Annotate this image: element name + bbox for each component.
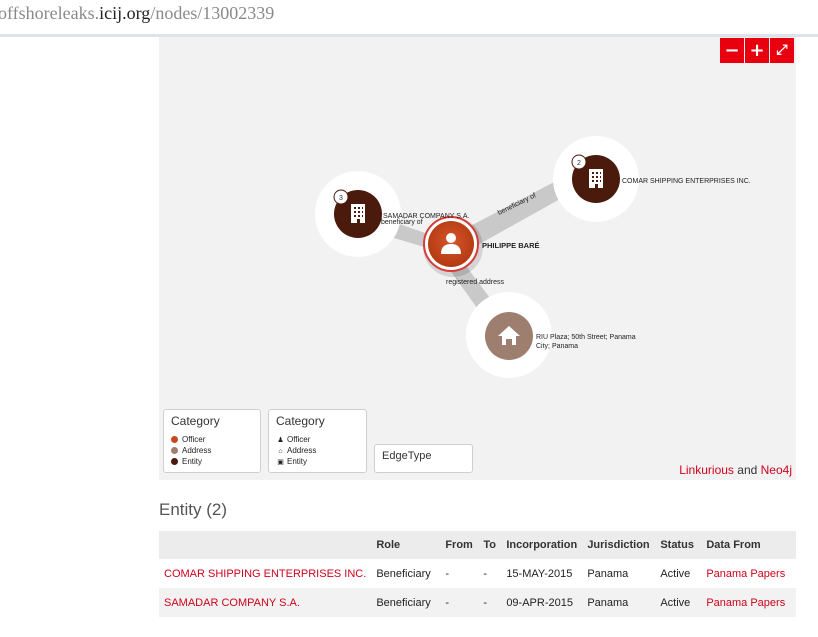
from-cell: -	[445, 567, 449, 580]
incorporation-cell: 15-MAY-2015	[506, 567, 573, 580]
zoom-out-button[interactable]: −	[720, 38, 744, 63]
entity-table: Role From To Incorporation Jurisdiction …	[159, 531, 796, 617]
node-label-address-line2: City; Panama	[536, 343, 578, 350]
legend-title: Category	[276, 414, 325, 428]
zoom-in-button[interactable]: +	[745, 38, 769, 63]
url-domain: icij.org	[99, 3, 151, 23]
legend-title: Category	[171, 414, 220, 428]
address-color-dot	[171, 447, 178, 454]
badge-comar-count: 2	[577, 160, 581, 167]
jurisdiction-cell: Panama	[587, 567, 629, 580]
column-header-data-from: Data From	[701, 531, 796, 559]
url-prefix: offshoreleaks.	[0, 3, 100, 23]
column-header-jurisdiction: Jurisdiction	[582, 531, 656, 559]
edge-label-address: registered address	[446, 279, 504, 286]
building-icon	[589, 169, 603, 188]
legend-item-officer: Officer	[171, 435, 205, 444]
column-header-name	[159, 531, 372, 559]
home-icon: ⌂	[278, 448, 283, 455]
table-row: COMAR SHIPPING ENTERPRISES INC. Benefici…	[159, 559, 796, 588]
node-label-address-line1: RIU Plaza; 50th Street; Panama	[536, 334, 636, 341]
legend-edge-type: EdgeType	[374, 444, 473, 473]
incorporation-cell: 09-APR-2015	[501, 588, 583, 617]
column-header-from: From	[440, 531, 479, 559]
jurisdiction-cell: Panama	[582, 588, 656, 617]
status-cell: Active	[660, 567, 691, 580]
column-header-to: To	[478, 531, 502, 559]
url-text[interactable]: offshoreleaks.icij.org/nodes/13002339	[0, 3, 274, 24]
legend-category-color: Category Officer Address Entity	[163, 409, 261, 473]
column-header-role: Role	[371, 531, 441, 559]
node-label-central: PHILIPPE BARÉ	[482, 241, 540, 250]
role-cell: Beneficiary	[371, 588, 441, 617]
status-cell: Active	[655, 588, 702, 617]
building-icon: ▣	[277, 459, 284, 466]
fullscreen-button[interactable]: ⤢	[770, 38, 794, 63]
officer-color-dot	[171, 436, 178, 443]
entity-name-link[interactable]: COMAR SHIPPING ENTERPRISES INC.	[164, 568, 366, 580]
badge-samadar-count: 3	[339, 195, 343, 202]
data-source-link[interactable]: Panama Papers	[706, 568, 785, 580]
neo4j-link[interactable]: Neo4j	[761, 463, 792, 477]
table-header-row: Role From To Incorporation Jurisdiction …	[159, 531, 796, 559]
to-cell: -	[483, 567, 487, 580]
legend-category-icon: Category ♟ Officer ⌂ Address ▣ Entity	[268, 409, 367, 473]
from-cell: -	[440, 588, 479, 617]
data-source-link[interactable]: Panama Papers	[706, 597, 785, 609]
building-icon	[351, 204, 365, 223]
entity-name-link[interactable]: SAMADAR COMPANY S.A.	[164, 597, 300, 609]
legend-item-address: ⌂ Address	[276, 446, 316, 455]
legend-item-entity: Entity	[171, 457, 202, 466]
legend-item-entity: ▣ Entity	[277, 457, 308, 466]
legend-title: EdgeType	[382, 450, 432, 462]
address-bar[interactable]: offshoreleaks.icij.org/nodes/13002339	[0, 0, 818, 37]
node-label-comar: COMAR SHIPPING ENTERPRISES INC.	[622, 178, 751, 185]
column-header-status: Status	[655, 531, 702, 559]
edge-label-samadar: beneficiary of	[381, 219, 423, 226]
linkurious-link[interactable]: Linkurious	[679, 463, 734, 477]
person-icon: ♟	[277, 437, 284, 444]
table-row: SAMADAR COMPANY S.A. Beneficiary - - 09-…	[159, 588, 796, 617]
legend-item-officer: ♟ Officer	[277, 435, 311, 444]
network-graph[interactable]: 3 2 PHILIPPE BARÉ SAMADAR COMPANY S.A. C…	[159, 37, 796, 480]
to-cell: -	[478, 588, 502, 617]
url-path: /nodes/13002339	[150, 3, 275, 23]
credits: Linkurious and Neo4j	[679, 463, 792, 477]
role-cell: Beneficiary	[376, 567, 431, 580]
entity-section-title: Entity (2)	[159, 500, 228, 519]
legend-item-address: Address	[171, 446, 211, 455]
column-header-incorporation: Incorporation	[501, 531, 583, 559]
entity-color-dot	[171, 458, 178, 465]
